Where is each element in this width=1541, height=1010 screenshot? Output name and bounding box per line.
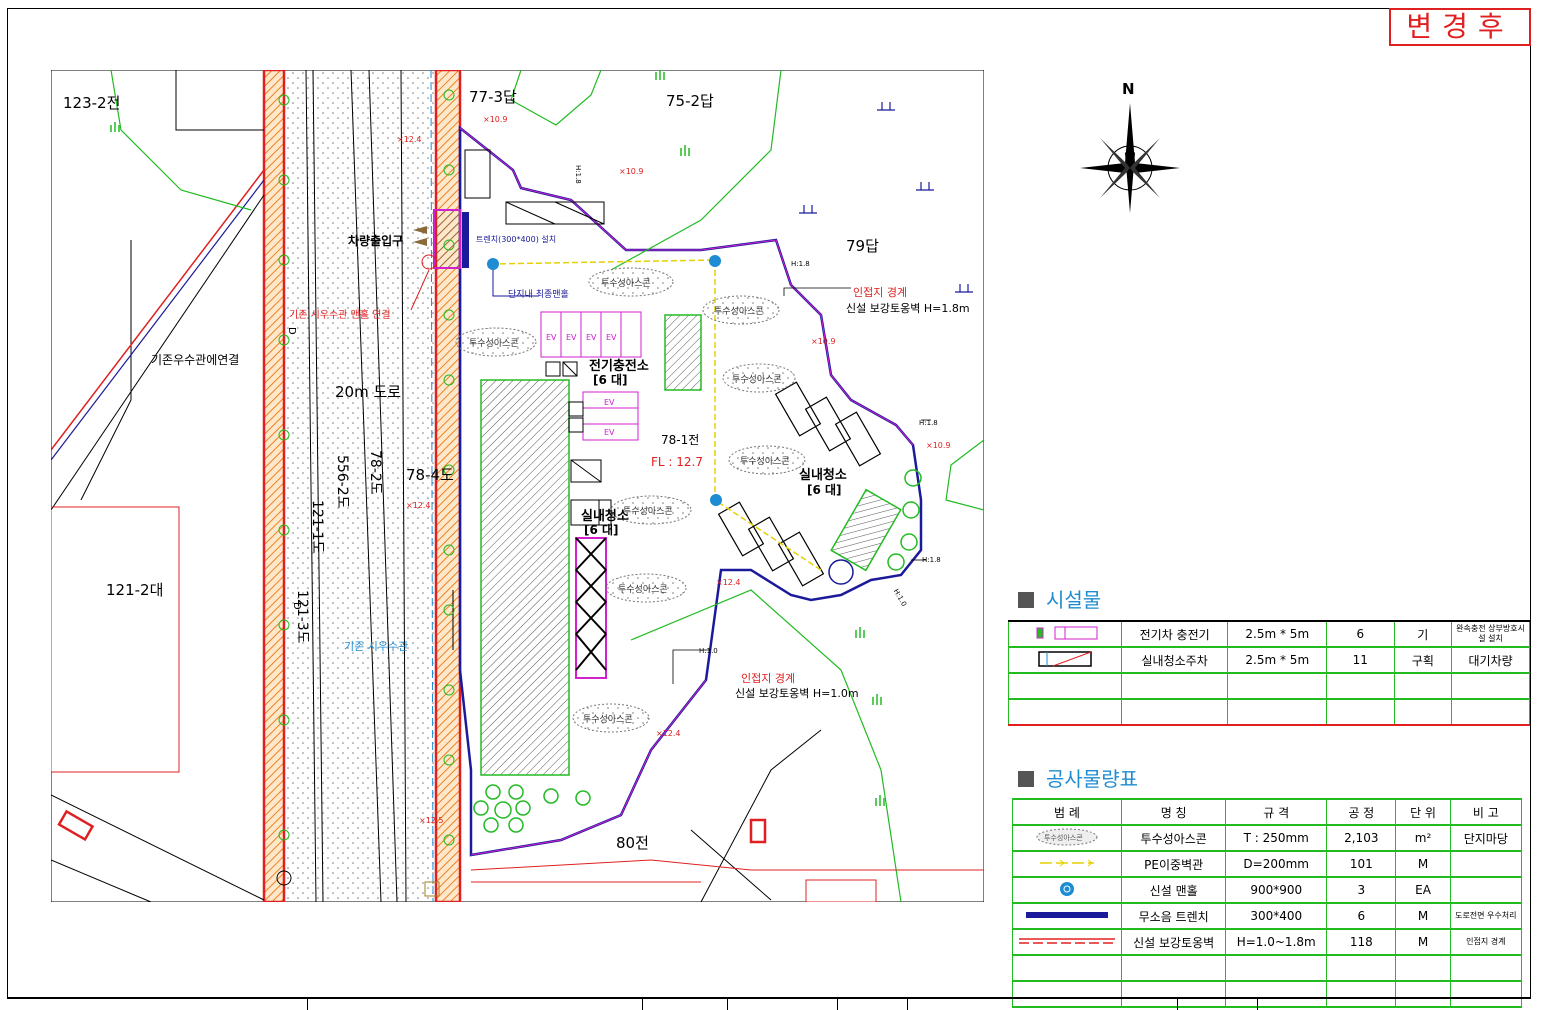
title-block-strip	[7, 997, 1531, 1010]
table-row: 전기차 충전기 2.5m * 5m 6 기 완속충전 상부방호시설 설치	[1008, 621, 1530, 647]
svg-text:FL : 12.7: FL : 12.7	[651, 455, 703, 469]
svg-text:×12.4: ×12.4	[406, 501, 431, 510]
svg-text:EV: EV	[586, 333, 597, 342]
svg-text:EV: EV	[606, 333, 617, 342]
square-bullet-icon	[1018, 592, 1034, 608]
svg-text:투수성아스콘: 투수성아스콘	[601, 278, 651, 289]
ascon-legend-icon: 투수성아스콘	[1012, 825, 1122, 851]
svg-text:78-1전: 78-1전	[661, 433, 699, 447]
svg-text:EV: EV	[604, 398, 615, 407]
manhole-legend-icon	[1012, 877, 1122, 903]
svg-text:인접지 경계: 인접지 경계	[853, 286, 907, 299]
facilities-table: 전기차 충전기 2.5m * 5m 6 기 완속충전 상부방호시설 설치 실내청…	[1008, 620, 1530, 726]
revision-stamp: 변경후	[1389, 8, 1531, 46]
svg-text:121-3도: 121-3도	[294, 590, 310, 644]
svg-text:투수성아스콘: 투수성아스콘	[469, 338, 519, 349]
north-arrow-icon: N	[1080, 80, 1180, 213]
svg-text:121-2대: 121-2대	[106, 581, 163, 599]
svg-text:[6 대]: [6 대]	[584, 523, 619, 537]
svg-text:투수성아스콘: 투수성아스콘	[732, 374, 782, 385]
ev-charger-legend-icon	[1008, 621, 1122, 647]
svg-text:트렌치(300*400) 설치: 트렌치(300*400) 설치	[476, 234, 556, 244]
svg-text:H:1.8: H:1.8	[919, 419, 938, 427]
svg-text:80전: 80전	[616, 834, 649, 852]
svg-text:77-3답: 77-3답	[469, 88, 517, 106]
quantities-title: 공사물량표	[1018, 763, 1138, 792]
table-row	[1008, 699, 1530, 725]
quantities-table: 범 례 명 칭 규 격 공 정 단 위 비 고 투수성아스콘 투수성아스콘 T …	[1012, 798, 1523, 1008]
svg-text:기존우수관에연결: 기존우수관에연결	[151, 353, 239, 367]
svg-text:투수성아스콘: 투수성아스콘	[583, 714, 633, 725]
svg-text:기존 시우수관 맨홀 연결: 기존 시우수관 맨홀 연결	[289, 308, 391, 321]
table-row: 실내청소주차 2.5m * 5m 11 구획 대기차량	[1008, 647, 1530, 673]
svg-text:H:1.8: H:1.8	[791, 260, 810, 268]
svg-text:121-1도: 121-1도	[309, 500, 325, 554]
svg-text:×12.4: ×12.4	[397, 135, 422, 144]
table-row: 무소음 트렌치 300*400 6 M 도로전면 우수처리	[1012, 903, 1523, 929]
svg-text:×12.4: ×12.4	[716, 578, 741, 587]
trench-legend-icon	[1012, 903, 1122, 929]
site-plan-map: EV EV EV EV EV EV 투수성아스콘 투수성아스콘 투수성아스콘 투…	[51, 70, 984, 902]
svg-text:인접지 경계: 인접지 경계	[741, 672, 795, 685]
svg-text:79답: 79답	[846, 237, 879, 255]
svg-text:20m 도로: 20m 도로	[335, 383, 401, 401]
svg-text:×10.9: ×10.9	[619, 167, 644, 176]
table-row: 투수성아스콘 투수성아스콘 T : 250mm 2,103 m² 단지마당	[1012, 825, 1523, 851]
svg-text:투수성아스콘: 투수성아스콘	[618, 584, 668, 595]
table-header-row: 범 례 명 칭 규 격 공 정 단 위 비 고	[1012, 799, 1523, 825]
svg-text:H:1.8: H:1.8	[574, 165, 582, 184]
table-row: 신설 보강토옹벽 H=1.0~1.8m 118 M 인접지 경계	[1012, 929, 1523, 955]
svg-text:투수성아스콘: 투수성아스콘	[714, 306, 764, 317]
table-row: PE이중벽관 D=200mm 101 M	[1012, 851, 1523, 877]
svg-text:기존 시우수관: 기존 시우수관	[344, 640, 408, 653]
table-row	[1012, 955, 1523, 981]
svg-text:123-2전: 123-2전	[63, 94, 120, 112]
svg-text:N: N	[1122, 80, 1135, 98]
table-row: 신설 맨홀 900*900 3 EA	[1012, 877, 1523, 903]
svg-text:78-2도: 78-2도	[367, 450, 383, 495]
table-row	[1008, 673, 1530, 699]
facilities-title: 시설물	[1018, 584, 1101, 613]
svg-text:H:1.0: H:1.0	[699, 647, 718, 655]
svg-text:D: D	[286, 327, 297, 335]
pe-pipe-legend-icon	[1012, 851, 1122, 877]
svg-text:EV: EV	[604, 428, 615, 437]
svg-text:556-2도: 556-2도	[334, 455, 350, 509]
svg-text:투수성아스콘: 투수성아스콘	[740, 456, 790, 467]
svg-text:신설 보강토옹벽 H=1.0m: 신설 보강토옹벽 H=1.0m	[735, 687, 859, 700]
svg-text:단지내 최종맨홀: 단지내 최종맨홀	[508, 288, 569, 300]
svg-text:×12.4: ×12.4	[656, 729, 681, 738]
square-bullet-icon	[1018, 771, 1034, 787]
svg-text:×10.9: ×10.9	[926, 441, 951, 450]
svg-text:투수성아스콘: 투수성아스콘	[623, 506, 673, 517]
svg-text:차량출입구: 차량출입구	[348, 233, 403, 248]
svg-text:78-4도: 78-4도	[406, 466, 454, 484]
svg-text:전기충전소: 전기충전소	[589, 358, 649, 374]
svg-text:[6 대]: [6 대]	[593, 373, 628, 387]
svg-text:신설 보강토옹벽 H=1.8m: 신설 보강토옹벽 H=1.8m	[846, 302, 970, 315]
svg-text:×12.5: ×12.5	[419, 816, 444, 825]
parking-legend-icon	[1008, 647, 1122, 673]
retaining-wall-legend-icon	[1012, 929, 1122, 955]
svg-text:투수성아스콘: 투수성아스콘	[1044, 833, 1083, 842]
svg-text:EV: EV	[566, 333, 577, 342]
svg-text:D: D	[291, 602, 302, 610]
svg-text:75-2답: 75-2답	[666, 92, 714, 110]
svg-text:실내청소: 실내청소	[581, 508, 629, 524]
svg-text:EV: EV	[546, 333, 557, 342]
svg-text:H:1.8: H:1.8	[922, 556, 941, 564]
svg-text:×10.9: ×10.9	[483, 115, 508, 124]
svg-text:실내청소: 실내청소	[799, 467, 847, 483]
svg-text:[6 대]: [6 대]	[807, 483, 842, 497]
svg-text:×10.9: ×10.9	[811, 337, 836, 346]
